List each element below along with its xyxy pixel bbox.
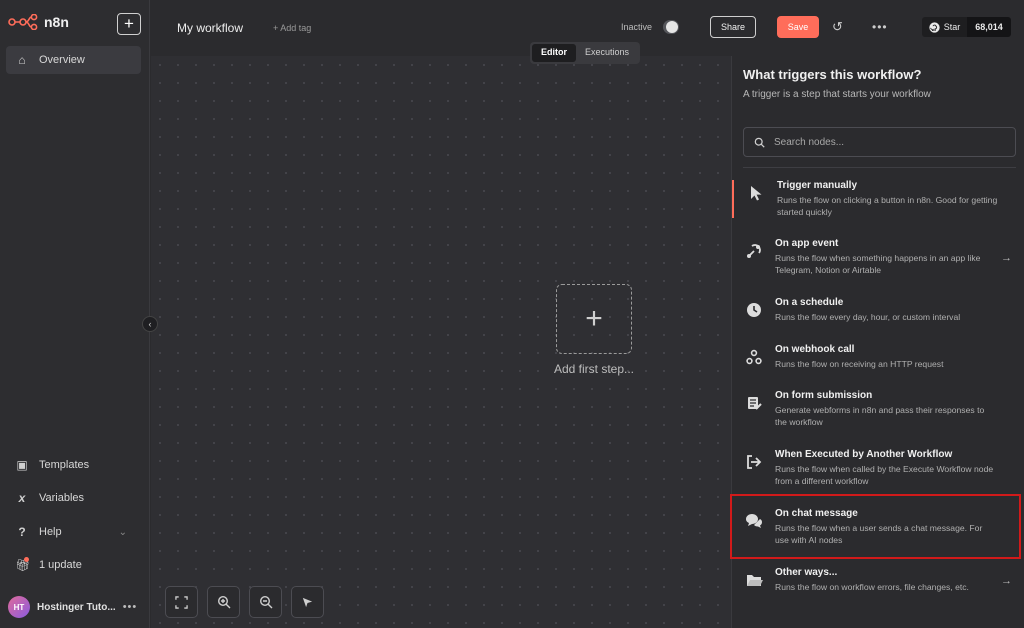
logo-text: n8n: [44, 14, 69, 30]
box-icon: ▣: [16, 458, 28, 472]
webhook-icon: [745, 348, 763, 366]
more-icon[interactable]: •••: [872, 20, 888, 34]
panel-subtitle: A trigger is a step that starts your wor…: [743, 89, 931, 100]
trigger-title: On chat message: [775, 508, 858, 519]
sidebar-item-variables[interactable]: x Variables: [6, 484, 141, 512]
app-event-icon: [745, 242, 763, 260]
notification-dot: [24, 557, 29, 562]
sidebar: n8n + ⌂ Overview ▣ Templates x Variables…: [0, 0, 150, 628]
zoom-in-icon: [217, 595, 230, 609]
trigger-item-app-event[interactable]: On app event Runs the flow when somethin…: [732, 238, 1024, 276]
select-tool-button[interactable]: [291, 586, 324, 618]
chevron-down-icon: ⌄: [118, 526, 127, 538]
history-icon[interactable]: ↺: [832, 19, 843, 35]
workflow-title[interactable]: My workflow: [177, 21, 243, 35]
trigger-item-schedule[interactable]: On a schedule Runs the flow every day, h…: [732, 297, 1024, 323]
avatar: HT: [8, 596, 30, 618]
chevron-left-icon: ‹: [148, 319, 152, 329]
github-star-count[interactable]: 68,014: [967, 17, 1011, 37]
trigger-item-execute-workflow[interactable]: When Executed by Another Workflow Runs t…: [732, 449, 1024, 487]
collapse-sidebar-button[interactable]: ‹: [142, 316, 158, 332]
variable-icon: x: [18, 491, 26, 505]
active-toggle[interactable]: [663, 20, 679, 34]
view-tabs: Editor Executions: [530, 42, 641, 64]
n8n-app: n8n + ⌂ Overview ▣ Templates x Variables…: [0, 0, 1024, 628]
trigger-title: Other ways...: [775, 567, 838, 578]
github-star-label: Star: [943, 22, 961, 32]
trigger-title: Trigger manually: [777, 180, 858, 191]
sidebar-item-help[interactable]: ? Help ⌄: [6, 518, 141, 546]
user-name: Hostinger Tuto...: [37, 601, 116, 613]
panel-title: What triggers this workflow?: [743, 67, 922, 82]
sidebar-item-label: Variables: [39, 492, 85, 504]
trigger-description: Runs the flow on workflow errors, file c…: [775, 582, 969, 592]
fit-view-icon: [175, 595, 188, 609]
divider: [743, 167, 1016, 168]
form-icon: [745, 394, 763, 412]
folder-icon: [745, 571, 763, 589]
trigger-description: Runs the flow on clicking a button in n8…: [777, 195, 998, 217]
zoom-out-button[interactable]: [249, 586, 282, 618]
sidebar-item-label: Overview: [39, 54, 85, 66]
sidebar-item-overview[interactable]: ⌂ Overview: [6, 46, 141, 74]
search-box[interactable]: [743, 127, 1016, 157]
fit-view-button[interactable]: [165, 586, 198, 618]
tab-editor[interactable]: Editor: [532, 44, 576, 62]
chat-icon: [745, 512, 763, 530]
save-button[interactable]: Save: [777, 16, 819, 38]
trigger-description: Runs the flow every day, hour, or custom…: [775, 312, 961, 322]
trigger-title: On app event: [775, 238, 839, 249]
trigger-item-chat-message[interactable]: On chat message Runs the flow when a use…: [732, 508, 1024, 546]
sidebar-item-label: Templates: [39, 459, 90, 471]
add-first-step-label: Add first step...: [553, 362, 635, 376]
add-first-step-button[interactable]: +: [556, 284, 632, 354]
share-button[interactable]: Share: [710, 16, 756, 38]
search-icon: [754, 137, 765, 148]
trigger-description: Runs the flow on receiving an HTTP reque…: [775, 359, 944, 369]
status-label: Inactive: [621, 22, 653, 32]
trigger-item-manual[interactable]: Trigger manually Runs the flow on clicki…: [732, 180, 1024, 218]
zoom-in-button[interactable]: [207, 586, 240, 618]
home-icon: ⌂: [18, 53, 26, 67]
workflow-canvas[interactable]: + Add first step...: [151, 56, 731, 628]
cursor-icon: [302, 597, 313, 607]
new-workflow-button[interactable]: +: [117, 13, 141, 35]
trigger-title: When Executed by Another Workflow: [775, 449, 953, 460]
logo[interactable]: n8n: [8, 14, 69, 30]
trigger-item-other-ways[interactable]: Other ways... Runs the flow on workflow …: [732, 567, 1024, 593]
trigger-item-form[interactable]: On form submission Generate webforms in …: [732, 390, 1024, 428]
sidebar-item-updates[interactable]: 🎁︎ 1 update: [6, 551, 141, 579]
trigger-description: Runs the flow when a user sends a chat m…: [775, 523, 983, 545]
trigger-description: Runs the flow when called by the Execute…: [775, 464, 994, 486]
question-icon: ?: [18, 525, 26, 539]
cursor-icon: [747, 184, 765, 202]
plus-icon: +: [585, 302, 603, 335]
trigger-title: On form submission: [775, 390, 873, 401]
trigger-description: Generate webforms in n8n and pass their …: [775, 405, 985, 427]
sidebar-item-label: Help: [39, 526, 62, 538]
trigger-description: Runs the flow when something happens in …: [775, 253, 981, 275]
add-tag-link[interactable]: + Add tag: [273, 23, 311, 33]
trigger-panel: What triggers this workflow? A trigger i…: [731, 56, 1024, 628]
zoom-out-icon: [259, 595, 272, 609]
trigger-title: On webhook call: [775, 344, 855, 355]
trigger-item-webhook[interactable]: On webhook call Runs the flow on receivi…: [732, 344, 1024, 370]
tab-executions[interactable]: Executions: [576, 44, 638, 62]
sidebar-item-label: 1 update: [39, 559, 82, 571]
github-star-button[interactable]: Star: [922, 17, 967, 37]
sidebar-item-templates[interactable]: ▣ Templates: [6, 451, 141, 479]
sign-in-icon: [745, 453, 763, 471]
arrow-right-icon: →: [1001, 575, 1012, 587]
arrow-right-icon: →: [1001, 252, 1012, 264]
clock-icon: [745, 301, 763, 319]
github-icon: [929, 21, 940, 33]
user-menu[interactable]: HT Hostinger Tuto... •••: [8, 596, 144, 618]
canvas-controls: [165, 586, 324, 618]
search-input[interactable]: [774, 136, 1004, 148]
more-options-icon[interactable]: •••: [123, 601, 138, 613]
n8n-logo-icon: [8, 14, 38, 30]
trigger-title: On a schedule: [775, 297, 844, 308]
